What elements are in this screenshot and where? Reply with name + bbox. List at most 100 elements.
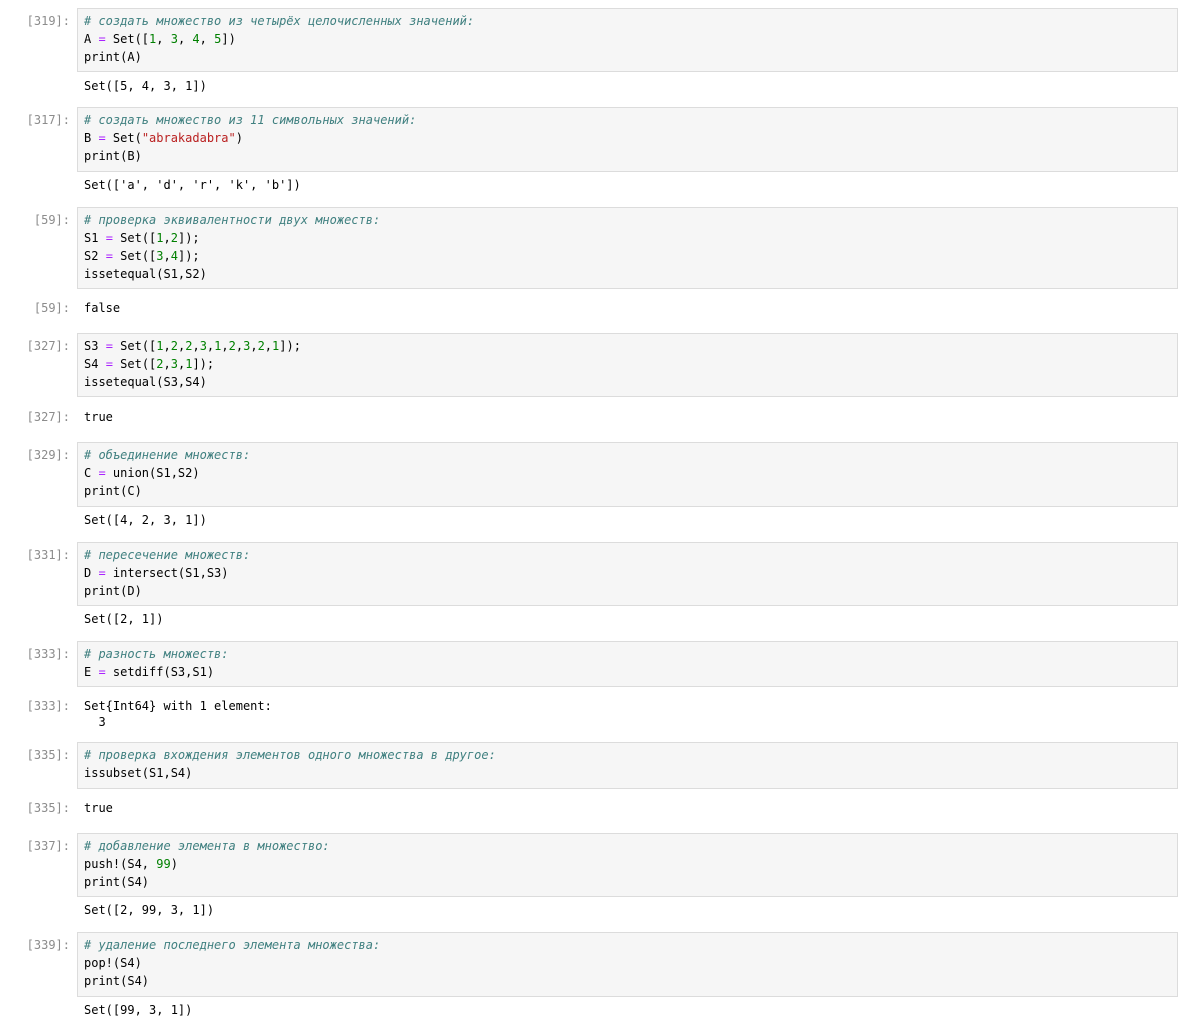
code-token: "abrakadabra" bbox=[141, 131, 236, 145]
code-token: 99 bbox=[156, 857, 171, 871]
code-token: ) bbox=[170, 857, 178, 871]
code-editor[interactable]: # объединение множеств: C = union(S1,S2) p… bbox=[84, 446, 250, 500]
cell-output: Set([99, 3, 1]) bbox=[84, 1002, 192, 1018]
code-editor[interactable]: # проверка вхождения элементов одного мн… bbox=[84, 746, 496, 782]
output-line: Set(['a', 'd', 'r', 'k', 'b']) bbox=[84, 178, 301, 192]
code-editor[interactable]: # добавление элемента в множество: push!(… bbox=[84, 837, 330, 891]
output-line: false bbox=[84, 301, 121, 315]
input-prompt: [329]: bbox=[26, 448, 70, 462]
output-prompt: [327]: bbox=[26, 410, 70, 424]
code-token: issubset(S1,S4) bbox=[84, 766, 193, 780]
output-line: true bbox=[84, 801, 113, 815]
code-line: pop!(S4) bbox=[84, 954, 380, 972]
code-token: 3 bbox=[199, 339, 207, 353]
code-token: # проверка вхождения элементов одного мн… bbox=[84, 748, 496, 762]
code-token: D bbox=[84, 566, 99, 580]
code-token: , bbox=[264, 339, 273, 353]
code-token: Set([ bbox=[112, 231, 157, 245]
code-line: B = Set("abrakadabra") bbox=[84, 129, 416, 147]
input-prompt: [319]: bbox=[26, 14, 70, 28]
code-token: # создать множество из 11 символьных зна… bbox=[84, 113, 417, 127]
input-prompt: [59]: bbox=[33, 213, 70, 227]
code-line: E = setdiff(S3,S1) bbox=[84, 663, 229, 681]
output-line: Set([5, 4, 3, 1]) bbox=[84, 79, 207, 93]
code-editor[interactable]: # создать множество из четырёх целочисле… bbox=[84, 12, 474, 66]
code-editor[interactable]: # проверка эквивалентности двух множеств… bbox=[84, 211, 380, 283]
code-token: , bbox=[163, 249, 171, 263]
code-line: # объединение множеств: bbox=[84, 446, 250, 464]
code-token: , bbox=[250, 339, 258, 353]
code-line: print(A) bbox=[84, 48, 474, 66]
cell-output: Set([4, 2, 3, 1]) bbox=[84, 512, 207, 528]
output-prompt: [335]: bbox=[26, 801, 70, 815]
input-prompt: [337]: bbox=[26, 839, 70, 853]
code-token: 2 bbox=[170, 339, 178, 353]
code-token: # объединение множеств: bbox=[84, 448, 251, 462]
code-token: 2 bbox=[228, 339, 236, 353]
code-token: pop!(S4) bbox=[84, 956, 142, 970]
cell-output: Set([2, 99, 3, 1]) bbox=[84, 902, 214, 918]
code-token: = bbox=[105, 339, 113, 353]
code-token: = bbox=[98, 131, 106, 145]
code-line: # создать множество из 11 символьных зна… bbox=[84, 111, 416, 129]
cell-output: Set{Int64} with 1 element: 3 bbox=[84, 698, 272, 730]
code-token: ]); bbox=[177, 231, 200, 245]
code-token: B bbox=[84, 131, 99, 145]
code-line: # проверка эквивалентности двух множеств… bbox=[84, 211, 380, 229]
code-token: 4 bbox=[192, 32, 200, 46]
output-line: Set{Int64} with 1 element: bbox=[84, 699, 272, 713]
output-line: 3 bbox=[84, 715, 106, 729]
code-line: print(C) bbox=[84, 482, 250, 500]
code-token: = bbox=[98, 32, 106, 46]
code-line: A = Set([1, 3, 4, 5]) bbox=[84, 30, 474, 48]
code-token: print(A) bbox=[84, 50, 142, 64]
cell-output: true bbox=[84, 800, 113, 816]
code-token: # пересечение множеств: bbox=[84, 548, 251, 562]
code-input-area[interactable] bbox=[77, 641, 1178, 687]
code-token: , bbox=[163, 339, 171, 353]
code-token: , bbox=[163, 231, 171, 245]
code-token: # разность множеств: bbox=[84, 647, 229, 661]
code-token: 2 bbox=[156, 357, 164, 371]
code-line: S1 = Set([1,2]); bbox=[84, 229, 380, 247]
code-token: 1 bbox=[156, 231, 164, 245]
code-token: A bbox=[84, 32, 99, 46]
code-token: print(S4) bbox=[84, 974, 150, 988]
code-line: print(D) bbox=[84, 582, 250, 600]
code-line: D = intersect(S1,S3) bbox=[84, 564, 250, 582]
input-prompt: [331]: bbox=[26, 548, 70, 562]
code-editor[interactable]: # удаление последнего элемента множества… bbox=[84, 936, 380, 990]
code-token: C bbox=[84, 466, 99, 480]
code-token: Set([ bbox=[112, 357, 157, 371]
output-prompt: [59]: bbox=[33, 301, 70, 315]
code-line: issubset(S1,S4) bbox=[84, 764, 496, 782]
code-line: issetequal(S1,S2) bbox=[84, 265, 380, 283]
code-token: = bbox=[105, 231, 113, 245]
code-line: # добавление элемента в множество: bbox=[84, 837, 330, 855]
code-line: print(B) bbox=[84, 147, 416, 165]
code-token: , bbox=[221, 339, 229, 353]
code-token: # удаление последнего элемента множества… bbox=[84, 938, 381, 952]
code-line: print(S4) bbox=[84, 873, 330, 891]
code-editor[interactable]: # создать множество из 11 символьных зна… bbox=[84, 111, 416, 165]
code-token: , bbox=[235, 339, 244, 353]
code-editor[interactable]: # пересечение множеств: D = intersect(S1,… bbox=[84, 546, 250, 600]
code-editor[interactable]: # разность множеств: E = setdiff(S3,S1) bbox=[84, 645, 229, 681]
code-token: = bbox=[98, 665, 106, 679]
code-token: ]) bbox=[221, 32, 236, 46]
code-token: print(S4) bbox=[84, 875, 150, 889]
code-token: push!(S4, bbox=[84, 857, 157, 871]
output-line: true bbox=[84, 410, 113, 424]
output-line: Set([2, 1]) bbox=[84, 612, 164, 626]
code-token: print(B) bbox=[84, 149, 142, 163]
code-line: S3 = Set([1,2,2,3,1,2,3,2,1]); bbox=[84, 337, 301, 355]
code-token: S3 bbox=[84, 339, 106, 353]
code-token: = bbox=[105, 249, 113, 263]
code-token: , bbox=[192, 339, 200, 353]
code-token: S1 bbox=[84, 231, 106, 245]
output-line: Set([99, 3, 1]) bbox=[84, 1003, 193, 1017]
code-token: , bbox=[163, 357, 171, 371]
code-line: S2 = Set([3,4]); bbox=[84, 247, 380, 265]
code-editor[interactable]: S3 = Set([1,2,2,3,1,2,3,2,1]); S4 = Set([… bbox=[84, 337, 301, 391]
code-token: 3 bbox=[156, 249, 164, 263]
